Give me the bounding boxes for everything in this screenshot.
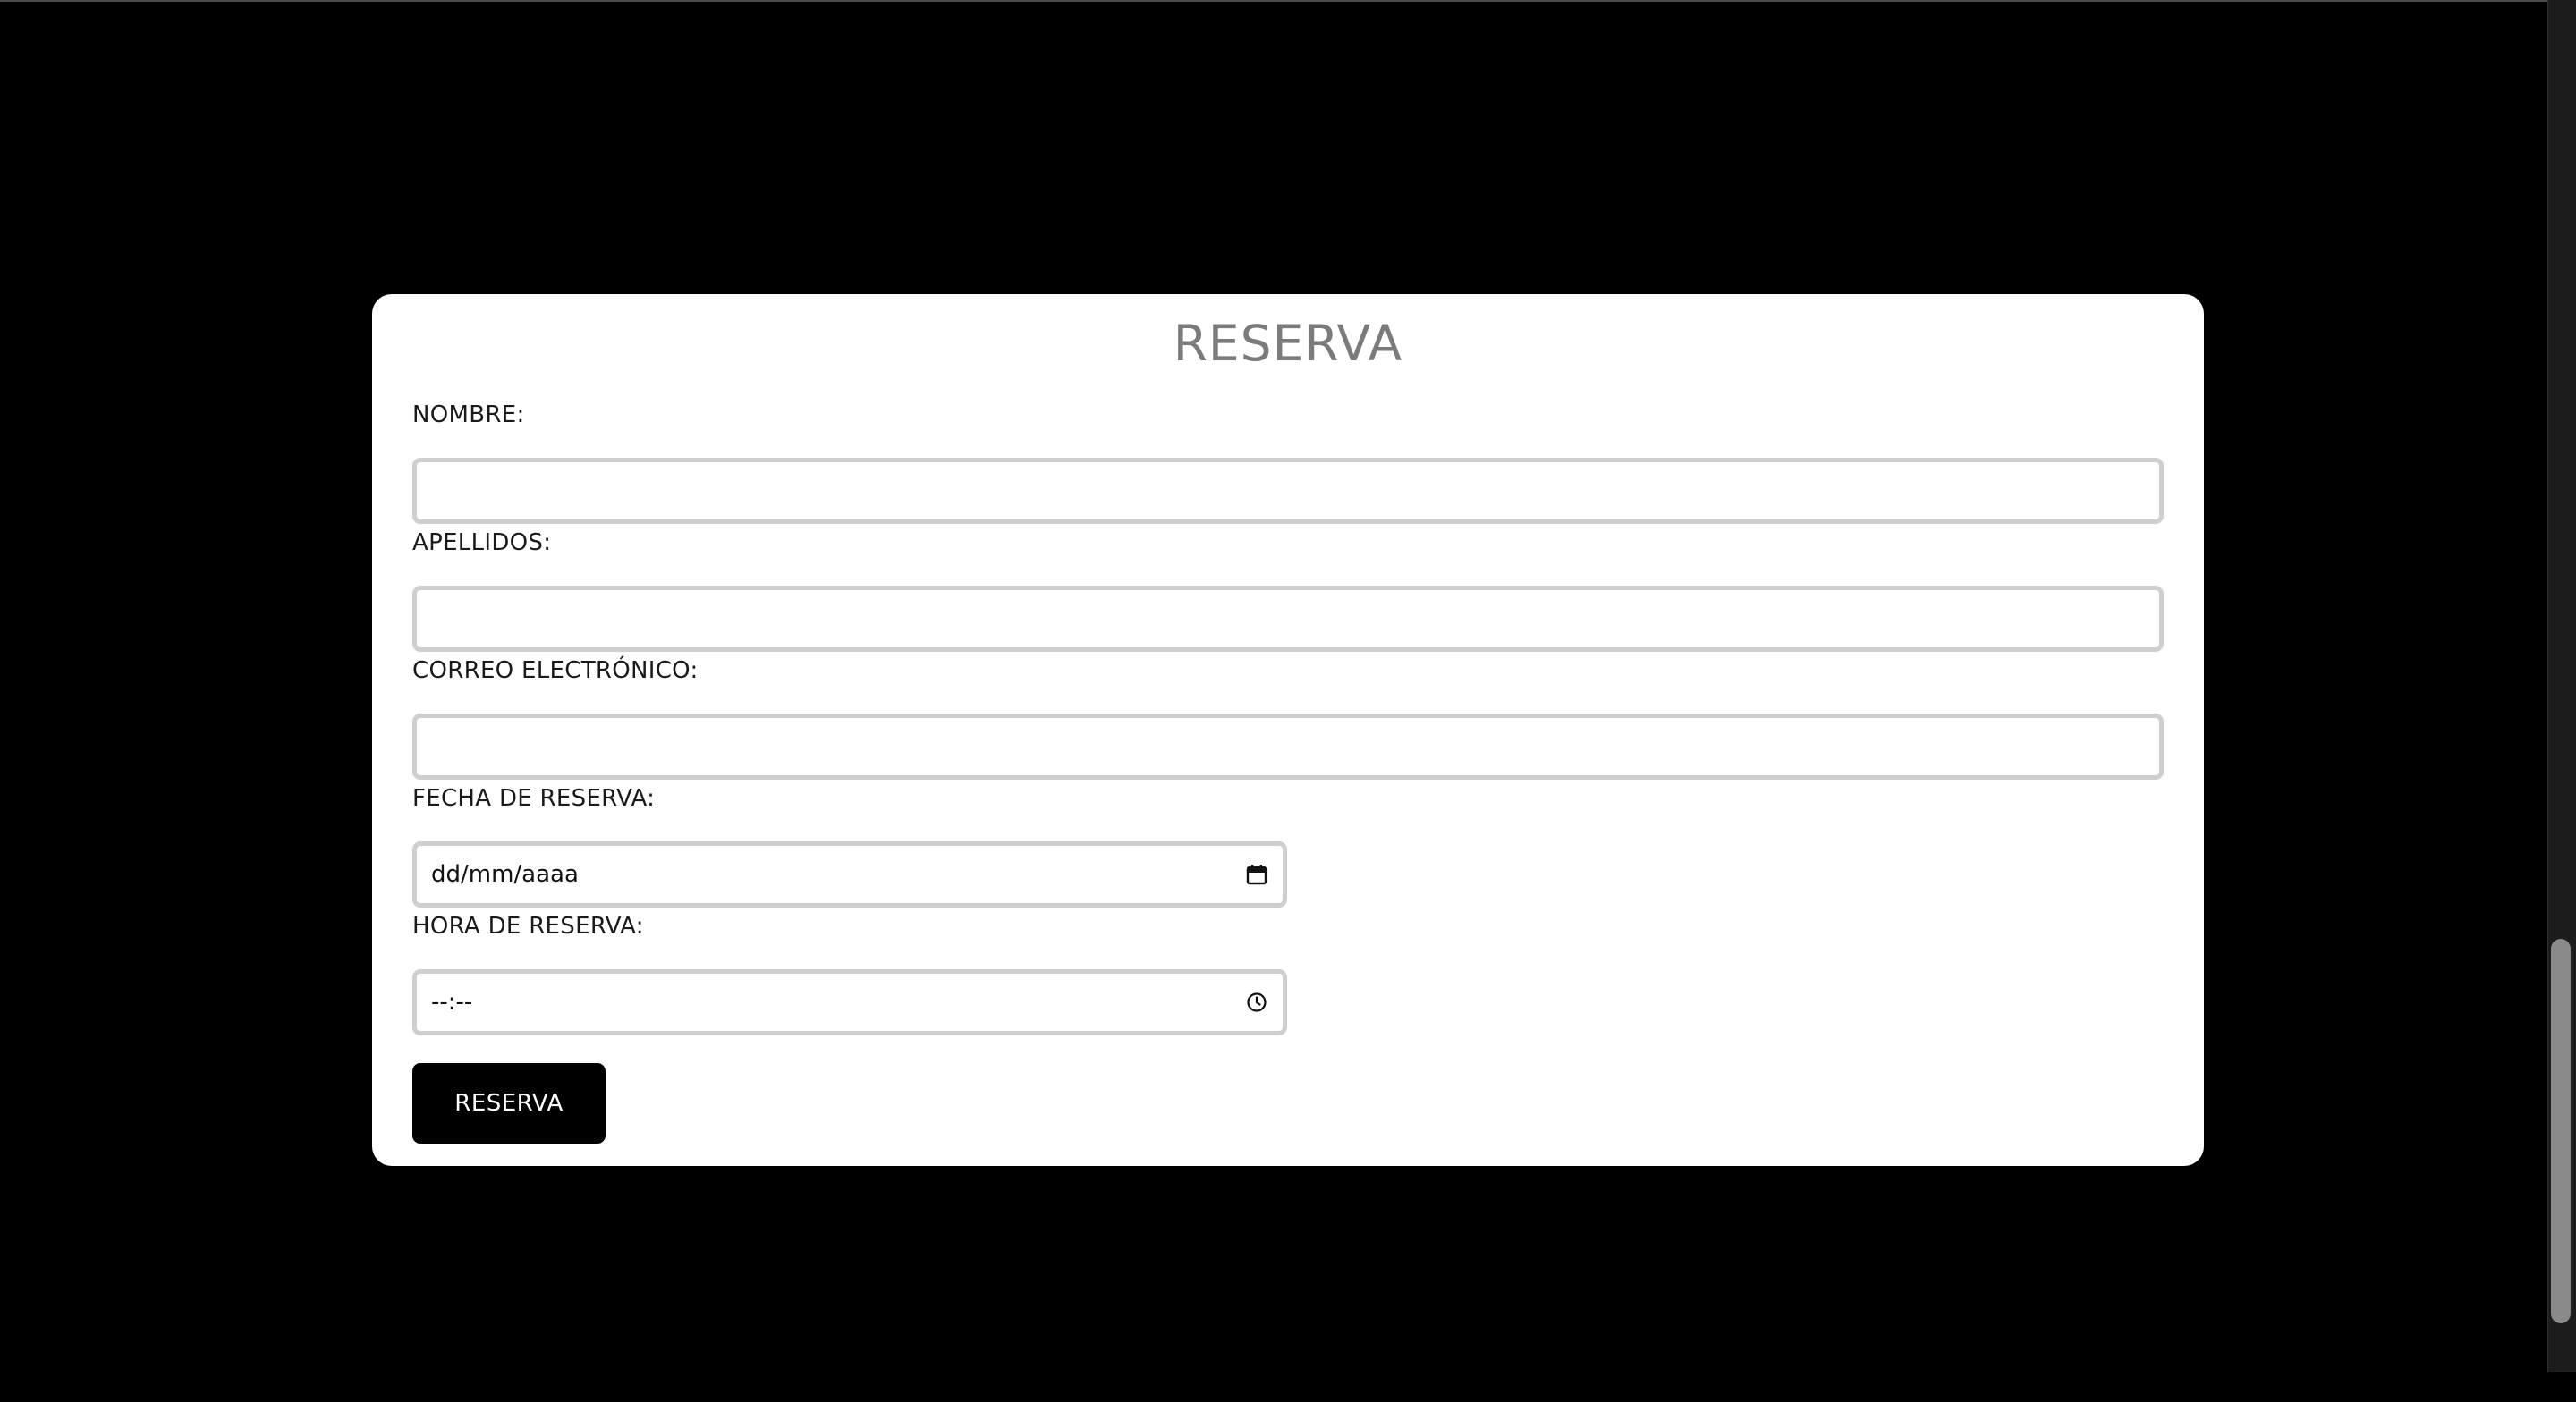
clock-icon[interactable] <box>1245 991 1268 1014</box>
fecha-input[interactable]: dd/mm/aaaa <box>412 841 1287 908</box>
apellidos-input[interactable] <box>412 586 2164 652</box>
calendar-icon[interactable] <box>1245 863 1268 886</box>
fecha-label: FECHA DE RESERVA: <box>412 785 656 812</box>
hora-input[interactable]: --:-- <box>412 969 1287 1035</box>
correo-input[interactable] <box>412 714 2164 780</box>
hora-label: HORA DE RESERVA: <box>412 913 644 940</box>
hora-placeholder: --:-- <box>431 989 473 1016</box>
reservation-form-card: RESERVA NOMBRE: APELLIDOS: CORREO ELECTR… <box>372 294 2204 1166</box>
nombre-input[interactable] <box>412 458 2164 524</box>
window-top-edge <box>0 0 2547 2</box>
form-title: RESERVA <box>1173 315 1403 372</box>
fecha-placeholder: dd/mm/aaaa <box>431 861 579 888</box>
nombre-label: NOMBRE: <box>412 401 525 428</box>
apellidos-label: APELLIDOS: <box>412 529 552 556</box>
correo-label: CORREO ELECTRÓNICO: <box>412 657 699 684</box>
reserva-submit-button[interactable]: RESERVA <box>412 1063 606 1144</box>
scrollbar-thumb[interactable] <box>2551 939 2571 1323</box>
